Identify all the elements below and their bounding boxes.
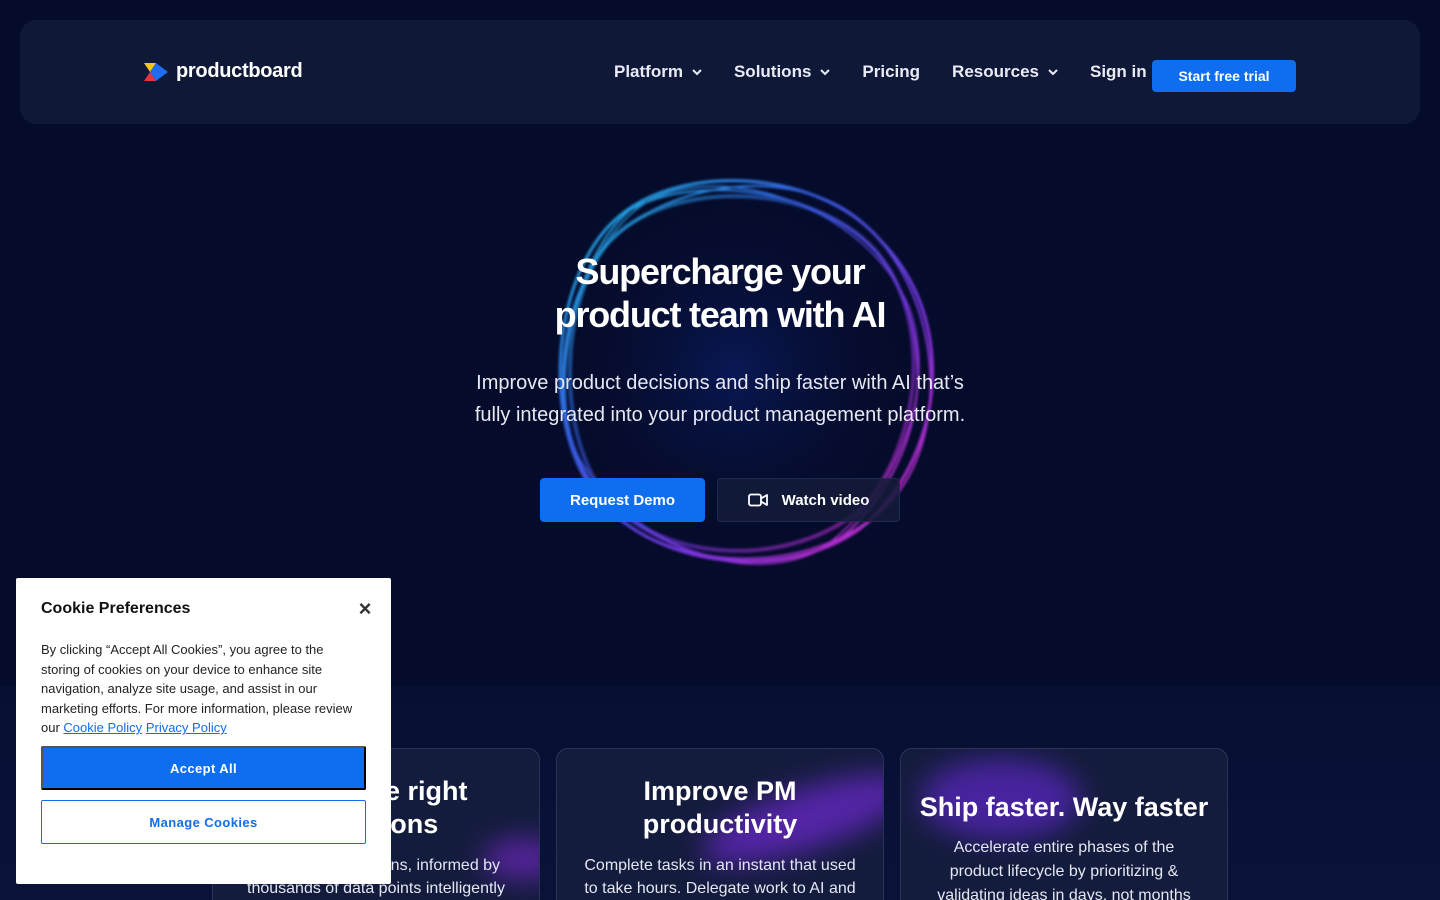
hero-title: Supercharge your product team with AI [420,250,1020,336]
close-icon[interactable]: × [356,598,374,620]
nav-item-platform[interactable]: Platform [614,62,702,82]
nav-item-solutions[interactable]: Solutions [733,62,831,82]
request-demo-button[interactable]: Request Demo [540,478,705,522]
feature-title-line: Improve PM [643,776,797,806]
manage-cookies-button[interactable]: Manage Cookies [41,800,366,844]
logo-text: productboard [176,60,303,82]
chevron-down-icon [820,68,831,75]
nav-item-label: Resources [952,62,1039,81]
watch-video-button[interactable]: Watch video [717,478,900,522]
feature-title-line: productivity [642,809,798,839]
watch-video-label: Watch video [781,491,870,509]
chevron-down-icon [1048,68,1058,75]
feature-body-line: Complete tasks in an instant that used [584,857,856,874]
nav-item-label: Pricing [862,62,921,81]
nav-item-pricing[interactable]: Pricing [862,62,920,82]
hero-subtitle: Improve product decisions and ship faste… [420,367,1020,431]
feature-card-title: Ship faster. Way faster [901,791,1227,824]
hero-subtitle-line1: Improve product decisions and ship faste… [476,372,964,394]
feature-body-line: Accelerate entire phases of the [953,839,1175,856]
privacy-policy-link[interactable]: Privacy Policy [146,720,227,735]
accept-all-cookies-button[interactable]: Accept All [41,746,366,790]
feature-body-line: validating ideas in days, not months [937,887,1191,900]
hero-subtitle-line2: fully integrated into your product manag… [474,404,966,426]
feature-title-line: Ship faster. Way faster [919,792,1209,822]
feature-card-body: Accelerate entire phases of the product … [901,836,1227,900]
cookie-policy-link[interactable]: Cookie Policy [63,720,142,735]
productboard-logo-icon [144,62,168,81]
hero-title-line1: Supercharge your [575,251,866,292]
feature-card-title: Improve PM productivity [557,775,883,841]
feature-body-line: product lifecycle by prioritizing & [949,863,1179,880]
feature-body-line: to take hours. Delegate work to AI and [584,880,856,897]
productboard-logo[interactable]: productboard [144,60,303,83]
feature-card-productivity: Improve PM productivity Complete tasks i… [556,748,884,900]
feature-card-ship-faster: Ship faster. Way faster Accelerate entir… [900,748,1228,900]
nav-item-label: Platform [614,62,683,81]
chevron-down-icon [692,68,702,75]
cookie-description: By clicking “Accept All Cookies”, you ag… [41,640,361,738]
nav-links: Platform Solutions Pricing Resources Sig… [614,62,1179,82]
cookie-preferences-dialog: Cookie Preferences × By clicking “Accept… [16,578,391,884]
cookie-dialog-title: Cookie Preferences [41,600,191,617]
hero-title-line2: product team with AI [554,294,887,335]
nav-item-label: Solutions [733,62,812,81]
sign-in-link[interactable]: Sign in [1090,62,1147,82]
start-free-trial-button[interactable]: Start free trial [1152,60,1296,92]
nav-item-resources[interactable]: Resources [952,62,1058,82]
video-camera-icon [747,493,768,507]
top-navigation: productboard Platform Solutions Pricing … [20,20,1420,124]
feature-card-body: Complete tasks in an instant that used t… [557,854,883,900]
